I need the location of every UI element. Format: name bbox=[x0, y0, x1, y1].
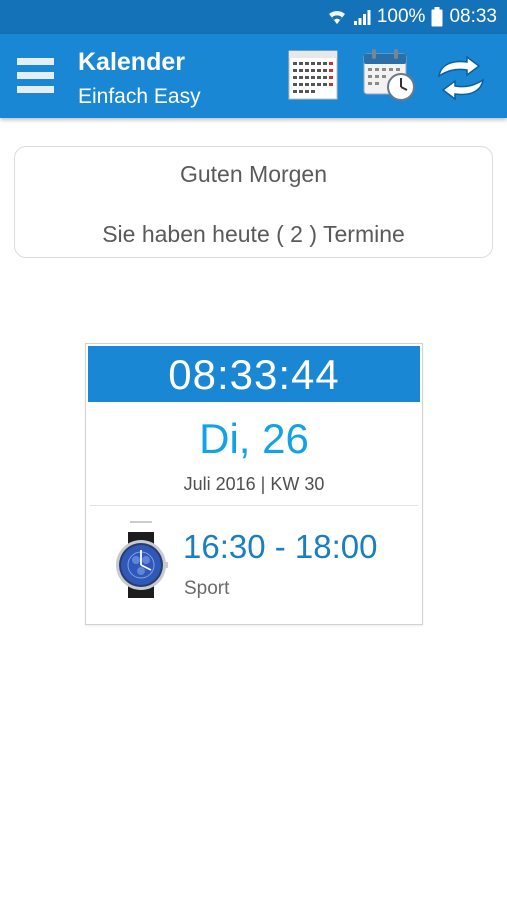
wifi-icon bbox=[327, 8, 347, 26]
current-day: Di, 26 bbox=[199, 415, 309, 462]
month-week: Juli 2016 | KW 30 bbox=[183, 474, 325, 494]
card-divider bbox=[90, 505, 418, 506]
month-calendar-icon[interactable] bbox=[288, 50, 338, 105]
event-name: Sport bbox=[184, 578, 230, 599]
battery-icon bbox=[431, 7, 443, 27]
appointments-summary: Sie haben heute ( 2 ) Termine bbox=[102, 221, 405, 247]
greeting-card: Guten Morgen Sie haben heute ( 2 ) Termi… bbox=[14, 146, 493, 258]
smartwatch-icon bbox=[113, 520, 169, 615]
greeting-text: Guten Morgen bbox=[179, 161, 328, 187]
battery-percent: 100% bbox=[376, 6, 426, 27]
status-bar-right: 100% 08:33 bbox=[327, 0, 497, 34]
current-time: 08:33:44 bbox=[88, 346, 420, 402]
menu-icon[interactable] bbox=[17, 58, 54, 94]
event-item[interactable]: 16:30 - 18:00 Sport bbox=[86, 514, 422, 614]
sync-icon[interactable] bbox=[435, 55, 487, 105]
clock-card: 08:33:44 Di, 26 Juli 2016 | KW 30 16:30 … bbox=[85, 343, 423, 625]
calendar-clock-icon[interactable] bbox=[361, 47, 417, 108]
app-title: Kalender bbox=[78, 48, 185, 76]
app-bar: Kalender Einfach Easy bbox=[0, 34, 507, 118]
status-bar: 100% 08:33 bbox=[0, 0, 507, 34]
event-time-range: 16:30 - 18:00 bbox=[183, 528, 378, 565]
app-subtitle: Einfach Easy bbox=[78, 85, 201, 108]
status-time: 08:33 bbox=[449, 6, 497, 27]
signal-icon bbox=[353, 8, 371, 26]
